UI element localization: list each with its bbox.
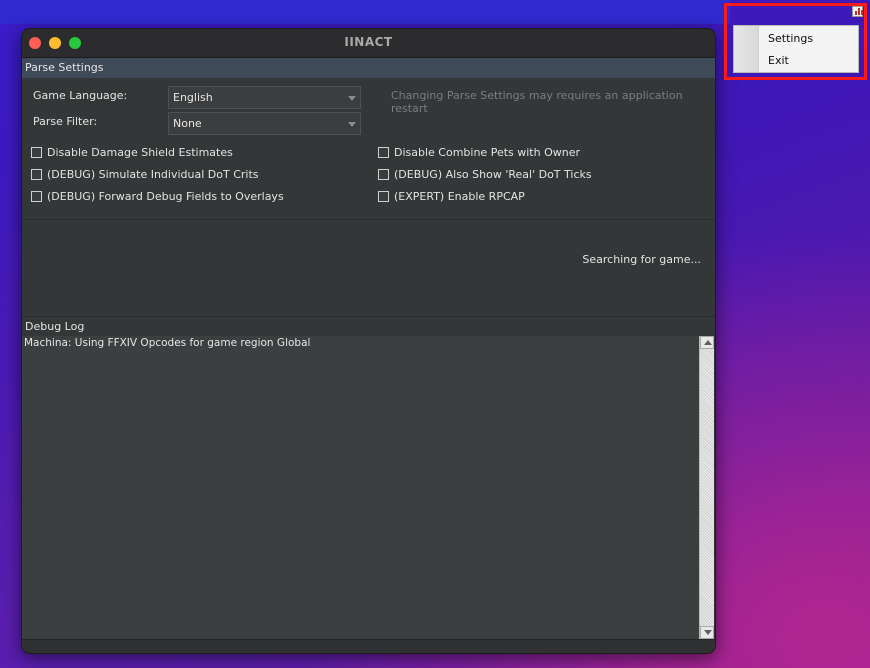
- checkbox-simulate-dot-crits[interactable]: (DEBUG) Simulate Individual DoT Crits: [31, 168, 259, 181]
- checkbox-box[interactable]: [31, 191, 42, 202]
- scroll-down-button[interactable]: [700, 626, 714, 639]
- bottom-bar: [22, 639, 715, 653]
- checkbox-disable-damage-shield[interactable]: Disable Damage Shield Estimates: [31, 146, 233, 159]
- checkbox-label: (DEBUG) Also Show 'Real' DoT Ticks: [394, 168, 592, 181]
- menu-item-exit[interactable]: Exit: [768, 54, 789, 67]
- debug-log-heading: Debug Log: [22, 317, 715, 337]
- log-line: Machina: Using FFXIV Opcodes for game re…: [24, 337, 311, 349]
- checkbox-label: (DEBUG) Forward Debug Fields to Overlays: [47, 190, 284, 203]
- game-language-select[interactable]: English: [168, 86, 361, 109]
- parse-settings-heading: Parse Settings: [22, 58, 715, 78]
- game-language-value: English: [173, 91, 213, 104]
- title-bar[interactable]: IINACT: [22, 29, 715, 58]
- checkbox-box[interactable]: [31, 169, 42, 180]
- debug-log-textarea[interactable]: Machina: Using FFXIV Opcodes for game re…: [22, 336, 699, 639]
- checkbox-label: Disable Damage Shield Estimates: [47, 146, 233, 159]
- checkbox-label: Disable Combine Pets with Owner: [394, 146, 581, 159]
- checkbox-box[interactable]: [378, 169, 389, 180]
- parse-filter-value: None: [173, 117, 202, 130]
- section-divider: [22, 219, 715, 220]
- tray-context-menu: Settings Exit: [733, 25, 859, 73]
- log-scrollbar[interactable]: [699, 336, 714, 639]
- checkbox-enable-rpcap[interactable]: (EXPERT) Enable RPCAP: [378, 190, 525, 203]
- scroll-up-button[interactable]: [700, 336, 714, 349]
- menu-item-settings[interactable]: Settings: [768, 32, 813, 45]
- arrow-down-icon: [704, 630, 712, 635]
- checkbox-box[interactable]: [378, 147, 389, 158]
- checkbox-disable-combine-pets[interactable]: Disable Combine Pets with Owner: [378, 146, 580, 159]
- desktop-top-strip: [0, 0, 730, 24]
- arrow-up-icon: [704, 340, 712, 345]
- window-title: IINACT: [344, 35, 393, 49]
- status-text: Searching for game...: [582, 253, 701, 266]
- chevron-down-icon: [348, 122, 356, 127]
- checkbox-label: (EXPERT) Enable RPCAP: [394, 190, 525, 203]
- parse-filter-select[interactable]: None: [168, 112, 361, 135]
- checkbox-forward-debug-fields[interactable]: (DEBUG) Forward Debug Fields to Overlays: [31, 190, 284, 203]
- chevron-down-icon: [348, 96, 356, 101]
- restart-hint: Changing Parse Settings may requires an …: [391, 89, 683, 115]
- menu-gutter: [734, 26, 759, 72]
- checkbox-show-real-dot-ticks[interactable]: (DEBUG) Also Show 'Real' DoT Ticks: [378, 168, 592, 181]
- iinact-window: IINACT Parse Settings Game Language: Eng…: [21, 28, 716, 654]
- game-language-label: Game Language:: [33, 89, 128, 102]
- checkbox-label: (DEBUG) Simulate Individual DoT Crits: [47, 168, 259, 181]
- parse-filter-label: Parse Filter:: [33, 115, 98, 128]
- checkbox-box[interactable]: [378, 191, 389, 202]
- tray-app-icon[interactable]: [852, 6, 863, 17]
- checkbox-box[interactable]: [31, 147, 42, 158]
